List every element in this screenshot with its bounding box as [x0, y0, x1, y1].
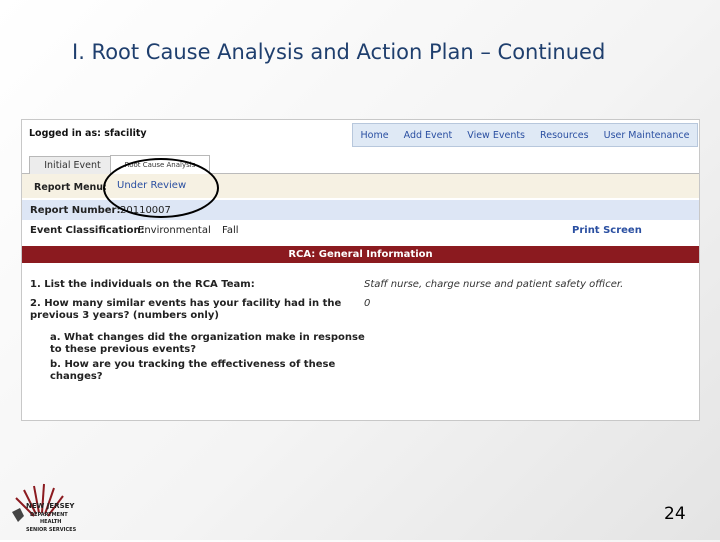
- question-2a-line-2: to these previous events?: [50, 344, 197, 355]
- question-2-line-1: 2. How many similar events has your faci…: [30, 298, 342, 309]
- report-menu-label: Report Menu:: [34, 182, 107, 193]
- nav-resources-link[interactable]: Resources: [540, 130, 589, 141]
- tab-row: Initial Event Root Cause Analysis: [22, 153, 699, 174]
- event-classification-row: Event Classification: Environmental Fall…: [22, 221, 699, 237]
- report-number-label: Report Number:: [30, 205, 121, 216]
- nav-user-maintenance-link[interactable]: User Maintenance: [604, 130, 690, 141]
- page-number: 24: [664, 504, 686, 524]
- tab-root-cause-analysis[interactable]: Root Cause Analysis: [110, 155, 210, 174]
- question-2-line-2: previous 3 years? (numbers only): [30, 310, 219, 321]
- main-nav: Home Add Event View Events Resources Use…: [352, 123, 698, 147]
- slide-title: I. Root Cause Analysis and Action Plan –…: [72, 40, 606, 64]
- question-2a-line-1: a. What changes did the organization mak…: [50, 332, 365, 343]
- logo-line-2: DEPARTMENT: [30, 512, 68, 518]
- logged-in-text: Logged in as: sfacility: [29, 128, 147, 139]
- section-banner: RCA: General Information: [22, 246, 699, 263]
- event-classification-value: Environmental: [138, 225, 211, 236]
- answer-2: 0: [364, 298, 371, 309]
- print-screen-link[interactable]: Print Screen: [572, 225, 642, 236]
- question-2b-line-2: changes?: [50, 371, 103, 382]
- logo-line-4: SENIOR SERVICES: [26, 527, 77, 533]
- answer-1: Staff nurse, charge nurse and patient sa…: [364, 279, 624, 290]
- report-number-row: Report Number: 20110007: [22, 200, 699, 220]
- nj-health-logo: NEW JERSEY DEPARTMENT HEALTH SENIOR SERV…: [6, 476, 90, 538]
- tab-initial-event[interactable]: Initial Event: [29, 156, 116, 174]
- question-1: 1. List the individuals on the RCA Team:: [30, 279, 255, 290]
- app-screenshot: Logged in as: sfacility Home Add Event V…: [21, 119, 700, 421]
- question-2b-line-1: b. How are you tracking the effectivenes…: [50, 359, 336, 370]
- nj-logo-graphic: NEW JERSEY DEPARTMENT HEALTH SENIOR SERV…: [12, 483, 77, 533]
- event-classification-label: Event Classification:: [30, 225, 145, 236]
- nav-add-event-link[interactable]: Add Event: [404, 130, 453, 141]
- report-menu-row: Report Menu: Under Review: [22, 174, 699, 198]
- report-number-value: 20110007: [120, 205, 171, 216]
- logo-line-3: HEALTH: [40, 519, 61, 525]
- top-bar: Logged in as: sfacility Home Add Event V…: [22, 120, 699, 148]
- logo-line-1: NEW JERSEY: [26, 502, 75, 510]
- under-review-link[interactable]: Under Review: [117, 180, 186, 191]
- nav-home-link[interactable]: Home: [361, 130, 389, 141]
- nav-view-events-link[interactable]: View Events: [467, 130, 525, 141]
- event-classification-subvalue: Fall: [222, 225, 239, 236]
